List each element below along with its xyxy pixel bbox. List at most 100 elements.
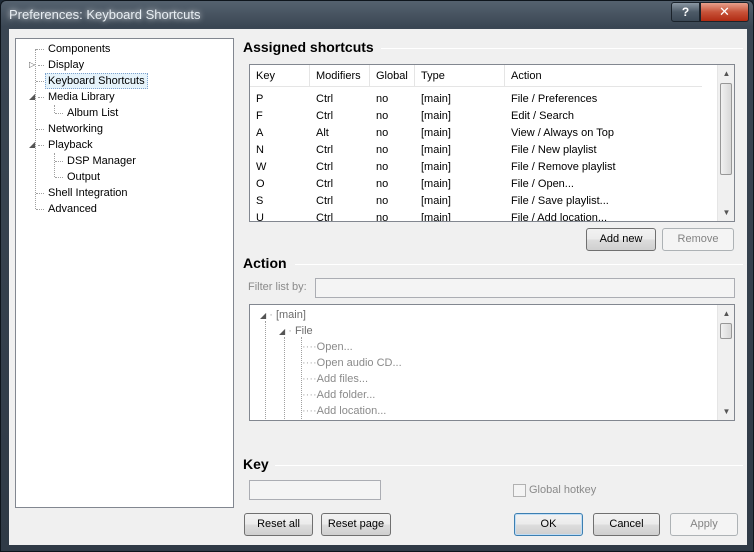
expand-expanded-icon[interactable]: ◢ [279,327,285,336]
cell-action: File / New playlist [511,144,597,156]
action-heading: Action [243,255,287,271]
tree-item-label: Advanced [48,203,97,215]
cell-global: no [376,161,389,173]
tree-node-label: Add folder... [316,389,376,401]
shortcuts-list-header: Key Modifiers Global Type Action [250,65,702,87]
assigned-shortcuts-heading: Assigned shortcuts [243,39,374,55]
tree-guide-line [284,337,285,420]
cell-type: [main] [421,161,451,173]
table-row[interactable]: U Ctrl no [main] File / Add location... [250,210,702,222]
add-new-button[interactable]: Add new [586,228,656,251]
global-hotkey-checkbox[interactable] [513,484,526,497]
tree-item-label: Keyboard Shortcuts [45,73,148,89]
cell-action: File / Add location... [511,212,607,222]
cell-key: S [256,195,264,207]
tree-guide-line [54,105,55,113]
table-row[interactable]: F Ctrl no [main] Edit / Search [250,108,702,125]
cell-type: [main] [421,195,451,207]
cell-modifiers: Ctrl [316,161,334,173]
scroll-up-icon[interactable]: ▲ [718,65,734,82]
cell-global: no [376,110,389,122]
cell-type: [main] [421,127,451,139]
expand-expanded-icon[interactable]: ◢ [29,89,35,105]
column-header-global[interactable]: Global [370,65,415,87]
scroll-down-icon[interactable]: ▼ [718,204,734,221]
cell-key: A [256,127,264,139]
title-bar[interactable]: Preferences: Keyboard Shortcuts ? ✕ [1,1,753,29]
column-header-key[interactable]: Key [250,65,310,87]
shortcuts-list[interactable]: Key Modifiers Global Type Action P Ctrl … [249,64,735,222]
window-title: Preferences: Keyboard Shortcuts [9,7,201,22]
tree-guide-line [54,153,55,177]
action-tree[interactable]: ◢ · [main] ◢ · File ····Open... ····Open… [249,304,735,421]
cell-global: no [376,178,389,190]
cell-modifiers: Ctrl [316,212,334,222]
expand-expanded-icon[interactable]: ◢ [260,311,266,320]
cancel-button[interactable]: Cancel [593,513,660,536]
reset-all-button[interactable]: Reset all [244,513,313,536]
filter-input[interactable] [315,278,735,298]
tree-node-action[interactable]: ····Add files... [302,371,368,387]
table-row[interactable]: W Ctrl no [main] File / Remove playlist [250,159,702,176]
tree-node-label: Open... [316,341,353,353]
cell-key: U [256,212,264,222]
close-button[interactable]: ✕ [700,2,749,22]
tree-node-action[interactable]: ····Open audio CD... [302,355,402,371]
tree-node-label: Open audio CD... [316,357,402,369]
section-divider [381,48,743,49]
cell-global: no [376,212,389,222]
cell-action: File / Preferences [511,93,598,105]
column-header-action[interactable]: Action [505,65,702,87]
tree-node-action[interactable]: ····Add folder... [302,387,375,403]
cell-global: no [376,93,389,105]
tree-item-label: Media Library [48,91,115,103]
cell-type: [main] [421,178,451,190]
scroll-down-icon[interactable]: ▼ [718,403,734,420]
tree-item-label: Display [48,59,85,71]
scroll-thumb[interactable] [720,83,732,175]
remove-button[interactable]: Remove [662,228,734,251]
tree-item-label: Album List [67,107,119,119]
table-row[interactable]: S Ctrl no [main] File / Save playlist... [250,193,702,210]
action-tree-scrollbar[interactable]: ▲ ▼ [717,305,734,420]
cell-type: [main] [421,144,451,156]
cell-modifiers: Ctrl [316,93,334,105]
column-header-type[interactable]: Type [415,65,505,87]
ok-button[interactable]: OK [514,513,583,536]
reset-page-button[interactable]: Reset page [321,513,391,536]
table-row[interactable]: P Ctrl no [main] File / Preferences [250,91,702,108]
table-row[interactable]: O Ctrl no [main] File / Open... [250,176,702,193]
tree-guide-line [265,321,266,420]
tree-node-file[interactable]: ◢ · File [279,323,313,339]
tree-node-label: Add location... [316,405,387,417]
tree-node-label: Add files... [316,373,369,385]
scroll-up-icon[interactable]: ▲ [718,305,734,322]
scroll-thumb[interactable] [720,323,732,339]
section-divider [275,465,743,466]
preferences-tree[interactable]: Components ▷ Display Keyboard Shortcuts … [15,38,234,508]
expand-expanded-icon[interactable]: ◢ [29,137,35,153]
tree-node-action[interactable]: ····Open... [302,339,353,355]
table-row[interactable]: N Ctrl no [main] File / New playlist [250,142,702,159]
preferences-window: Preferences: Keyboard Shortcuts ? ✕ Comp… [0,0,754,552]
apply-button[interactable]: Apply [670,513,738,536]
cell-key: W [256,161,267,173]
cell-modifiers: Alt [316,127,329,139]
tree-item-label: Output [67,171,101,183]
column-header-modifiers[interactable]: Modifiers [310,65,370,87]
tree-item-label: DSP Manager [67,155,136,167]
tree-node-action[interactable]: ····Add location... [302,403,386,419]
table-row[interactable]: A Alt no [main] View / Always on Top [250,125,702,142]
cell-type: [main] [421,212,451,222]
tree-node-main[interactable]: ◢ · [main] [260,307,306,323]
cell-modifiers: Ctrl [316,178,334,190]
cell-key: F [256,110,263,122]
expand-collapsed-icon[interactable]: ▷ [29,57,35,73]
help-button[interactable]: ? [671,2,700,22]
cell-modifiers: Ctrl [316,195,334,207]
shortcuts-scrollbar[interactable]: ▲ ▼ [717,65,734,221]
cell-action: File / Save playlist... [511,195,609,207]
cell-modifiers: Ctrl [316,144,334,156]
cell-type: [main] [421,93,451,105]
key-input[interactable] [249,480,381,500]
